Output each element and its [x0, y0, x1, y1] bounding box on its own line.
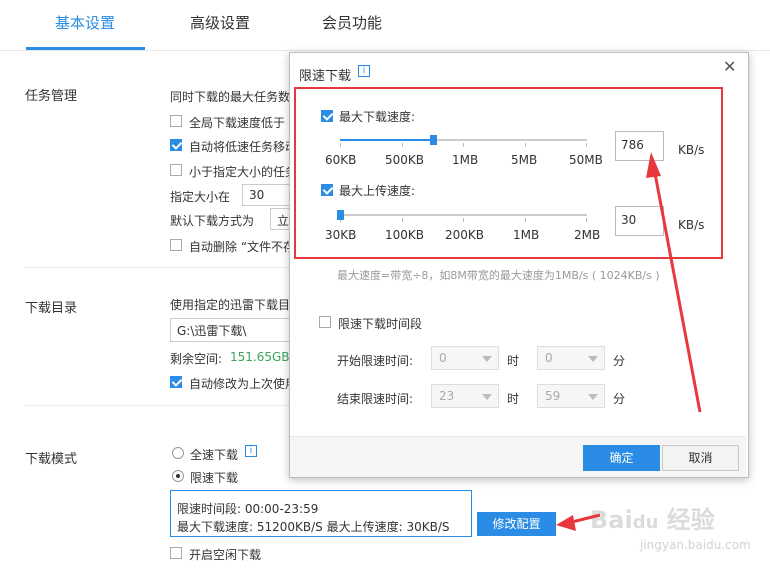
- annotation-arrow-up: [646, 152, 702, 413]
- annotation-arrows: [556, 152, 702, 531]
- annotation-arrow-left: [556, 513, 601, 531]
